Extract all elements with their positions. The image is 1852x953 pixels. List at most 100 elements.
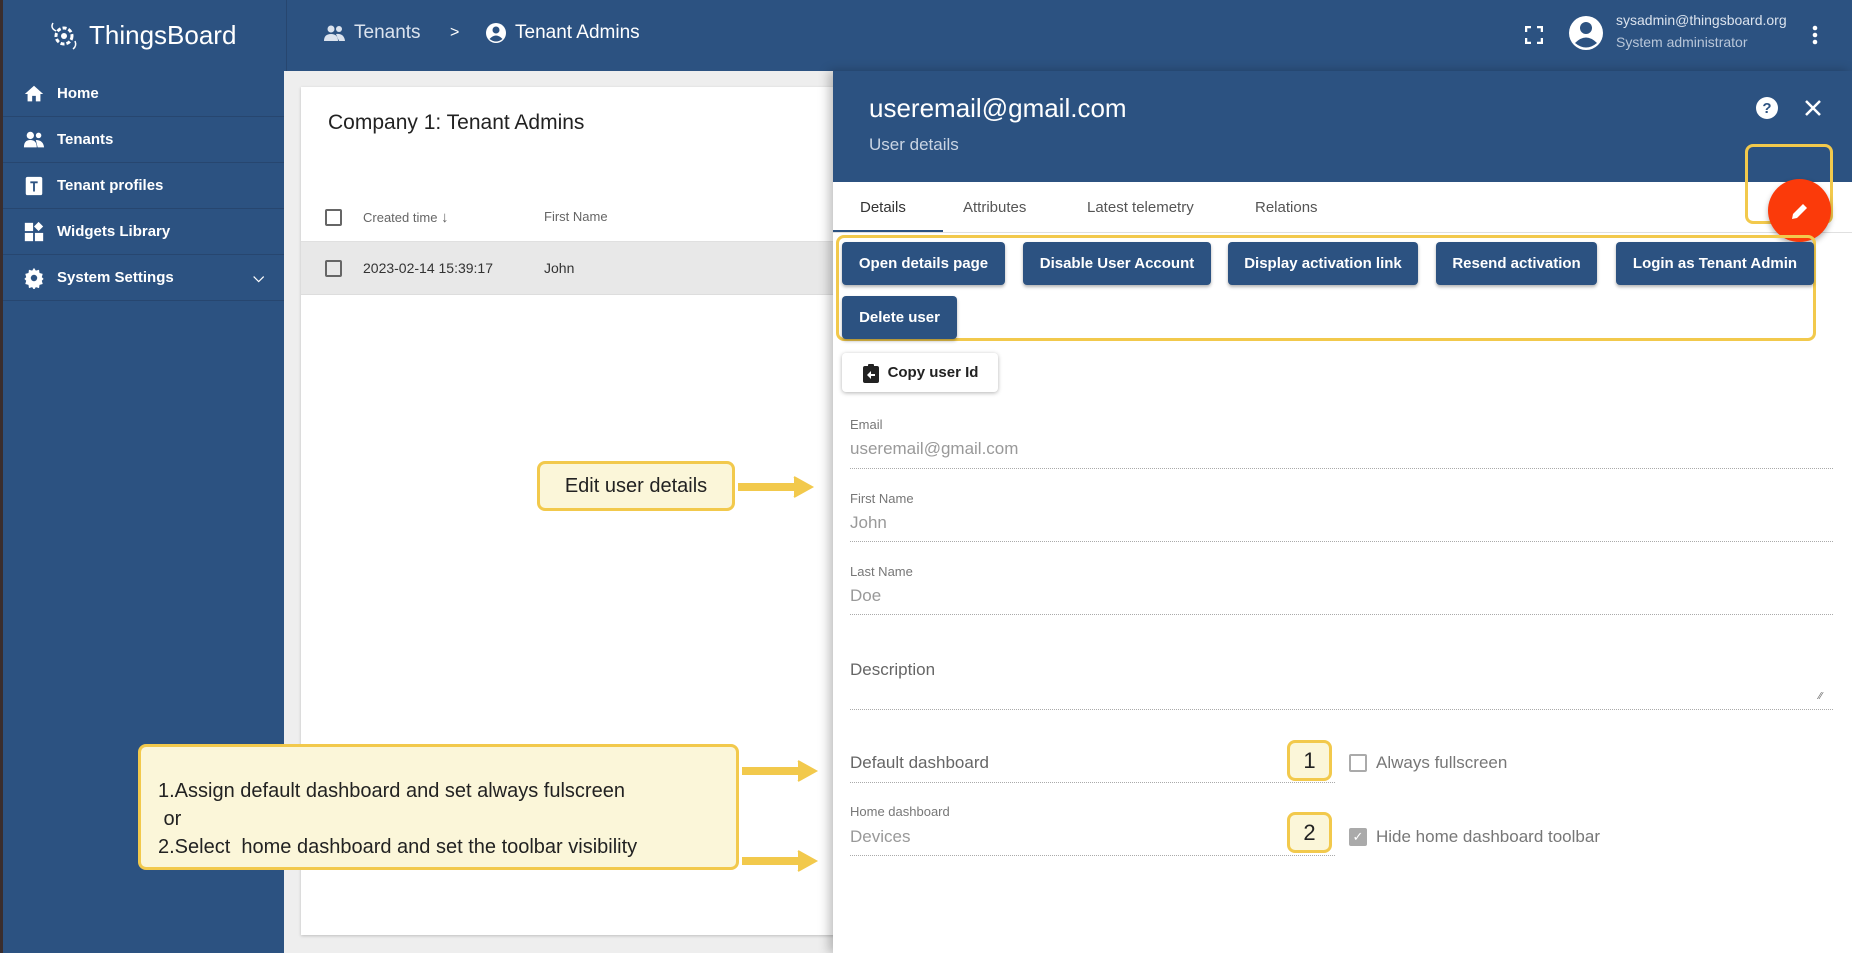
- always-fullscreen-checkbox[interactable]: [1349, 754, 1367, 772]
- sidebar-item-label: Widgets Library: [57, 223, 171, 240]
- sidebar-item-widgets-library[interactable]: Widgets Library: [3, 209, 284, 255]
- email-label: Email: [850, 417, 883, 432]
- column-created-time[interactable]: Created time ↓: [363, 209, 449, 226]
- default-dashboard-underline: [850, 782, 1335, 783]
- marker-1: 1: [1287, 740, 1332, 781]
- sidebar-item-label: Home: [57, 85, 99, 102]
- home-dashboard-field[interactable]: Devices: [850, 827, 910, 847]
- more-vert-icon[interactable]: [1811, 24, 1819, 51]
- people-icon: [324, 25, 345, 41]
- arrow-down-icon: ↓: [441, 209, 449, 226]
- copy-user-id-label: Copy user Id: [887, 364, 979, 381]
- display-activation-link-button[interactable]: Display activation link: [1228, 242, 1418, 285]
- breadcrumb-tenants[interactable]: Tenants: [324, 22, 421, 44]
- email-underline: [850, 468, 1833, 469]
- email-field[interactable]: useremail@gmail.com: [850, 439, 1018, 459]
- close-icon[interactable]: [1803, 98, 1823, 123]
- user-details-drawer: useremail@gmail.com User details ? Detai…: [833, 71, 1852, 953]
- tab-attributes[interactable]: Attributes: [963, 199, 1026, 216]
- breadcrumb-label: Tenant Admins: [515, 22, 640, 43]
- widgets-icon: [24, 221, 44, 241]
- always-fullscreen-label: Always fullscreen: [1376, 753, 1508, 772]
- resize-handle-icon[interactable]: ∕∕: [1819, 691, 1822, 702]
- help-icon[interactable]: ?: [1755, 96, 1779, 125]
- breadcrumb-tenant-admins: Tenant Admins: [485, 22, 640, 44]
- drawer-tabs: Details Attributes Latest telemetry Rela…: [833, 182, 1852, 233]
- arrow-right-icon: [742, 760, 819, 782]
- sidebar-item-tenant-profiles[interactable]: Tenant profiles: [3, 163, 284, 209]
- home-dashboard-underline: [850, 855, 1335, 856]
- tab-latest-telemetry[interactable]: Latest telemetry: [1087, 199, 1194, 216]
- sidebar-item-system-settings[interactable]: System Settings ⌵: [3, 255, 284, 301]
- sidebar-item-label: Tenant profiles: [57, 177, 164, 194]
- row-checkbox[interactable]: [325, 260, 342, 277]
- drawer-header: useremail@gmail.com User details ?: [833, 71, 1852, 182]
- tenant-profile-icon: [25, 176, 43, 195]
- hide-toolbar-checkbox[interactable]: ✓: [1349, 828, 1367, 846]
- column-first-name[interactable]: First Name: [544, 209, 608, 224]
- table-header: Created time ↓ First Name: [301, 192, 861, 242]
- drawer-title: useremail@gmail.com: [869, 93, 1127, 123]
- arrow-right-icon: [742, 850, 819, 872]
- sidebar-item-home[interactable]: Home: [3, 71, 284, 117]
- first-name-field[interactable]: John: [850, 513, 887, 533]
- tab-details[interactable]: Details: [860, 199, 906, 216]
- account-circle-icon: [1569, 16, 1603, 50]
- dashboard-instructions-callout: 1.Assign default dashboard and set alway…: [138, 744, 739, 870]
- gear-icon: [24, 267, 44, 289]
- account-circle-icon: [486, 23, 506, 43]
- thingsboard-logo-icon: [51, 22, 77, 50]
- callout-line-2: or: [158, 808, 182, 830]
- hide-toolbar-label: Hide home dashboard toolbar: [1376, 827, 1600, 846]
- default-dashboard-field[interactable]: Default dashboard: [850, 753, 989, 773]
- home-icon: [24, 85, 44, 101]
- last-name-underline: [850, 614, 1833, 615]
- app-name: ThingsBoard: [89, 20, 237, 50]
- callout-line-1: 1.Assign default dashboard and set alway…: [158, 780, 625, 802]
- user-email: sysadmin@thingsboard.org: [1616, 12, 1787, 28]
- copy-user-id-button[interactable]: Copy user Id: [842, 353, 998, 392]
- people-icon: [23, 131, 45, 147]
- first-name-label: First Name: [850, 491, 914, 506]
- login-as-tenant-admin-button[interactable]: Login as Tenant Admin: [1616, 242, 1814, 285]
- breadcrumb-separator: >: [450, 24, 460, 41]
- check-icon: ✓: [1352, 829, 1364, 844]
- sidebar-item-tenants[interactable]: Tenants: [3, 117, 284, 163]
- sidebar-item-label: System Settings: [57, 269, 174, 286]
- top-toolbar: ThingsBoard Tenants > Tenant Admins sysa…: [0, 0, 1852, 71]
- user-role: System administrator: [1616, 34, 1748, 50]
- svg-text:?: ?: [1762, 100, 1771, 117]
- home-dashboard-label: Home dashboard: [850, 804, 950, 819]
- pencil-icon: [1791, 203, 1807, 219]
- select-all-checkbox[interactable]: [325, 209, 342, 226]
- page-title: Company 1: Tenant Admins: [328, 111, 585, 134]
- fullscreen-icon[interactable]: [1524, 25, 1544, 45]
- description-underline: [850, 709, 1833, 710]
- edit-button[interactable]: [1768, 179, 1831, 242]
- description-field[interactable]: Description: [850, 660, 935, 680]
- open-details-page-button[interactable]: Open details page: [842, 242, 1005, 285]
- column-label: Created time: [363, 210, 438, 225]
- last-name-label: Last Name: [850, 564, 913, 579]
- active-tab-indicator: [833, 230, 943, 232]
- cell-first-name: John: [544, 260, 575, 276]
- edit-user-details-callout: Edit user details: [537, 461, 735, 511]
- table-row[interactable]: 2023-02-14 15:39:17 John: [301, 242, 861, 295]
- user-avatar[interactable]: [1568, 15, 1604, 56]
- logo[interactable]: ThingsBoard: [3, 0, 287, 71]
- drawer-subtitle: User details: [869, 135, 959, 154]
- breadcrumb-label: Tenants: [354, 22, 421, 43]
- resend-activation-button[interactable]: Resend activation: [1436, 242, 1597, 285]
- delete-user-button[interactable]: Delete user: [842, 296, 957, 339]
- cell-created-time: 2023-02-14 15:39:17: [363, 260, 493, 276]
- tab-relations[interactable]: Relations: [1255, 199, 1318, 216]
- chevron-down-icon[interactable]: ⌵: [253, 269, 264, 286]
- clipboard-arrow-icon: [862, 363, 879, 383]
- callout-line-3: 2.Select home dashboard and set the tool…: [158, 836, 638, 858]
- disable-user-account-button[interactable]: Disable User Account: [1023, 242, 1211, 285]
- first-name-underline: [850, 541, 1833, 542]
- arrow-right-icon: [738, 476, 815, 498]
- marker-2: 2: [1287, 812, 1332, 853]
- last-name-field[interactable]: Doe: [850, 586, 881, 606]
- sidebar-item-label: Tenants: [57, 131, 114, 148]
